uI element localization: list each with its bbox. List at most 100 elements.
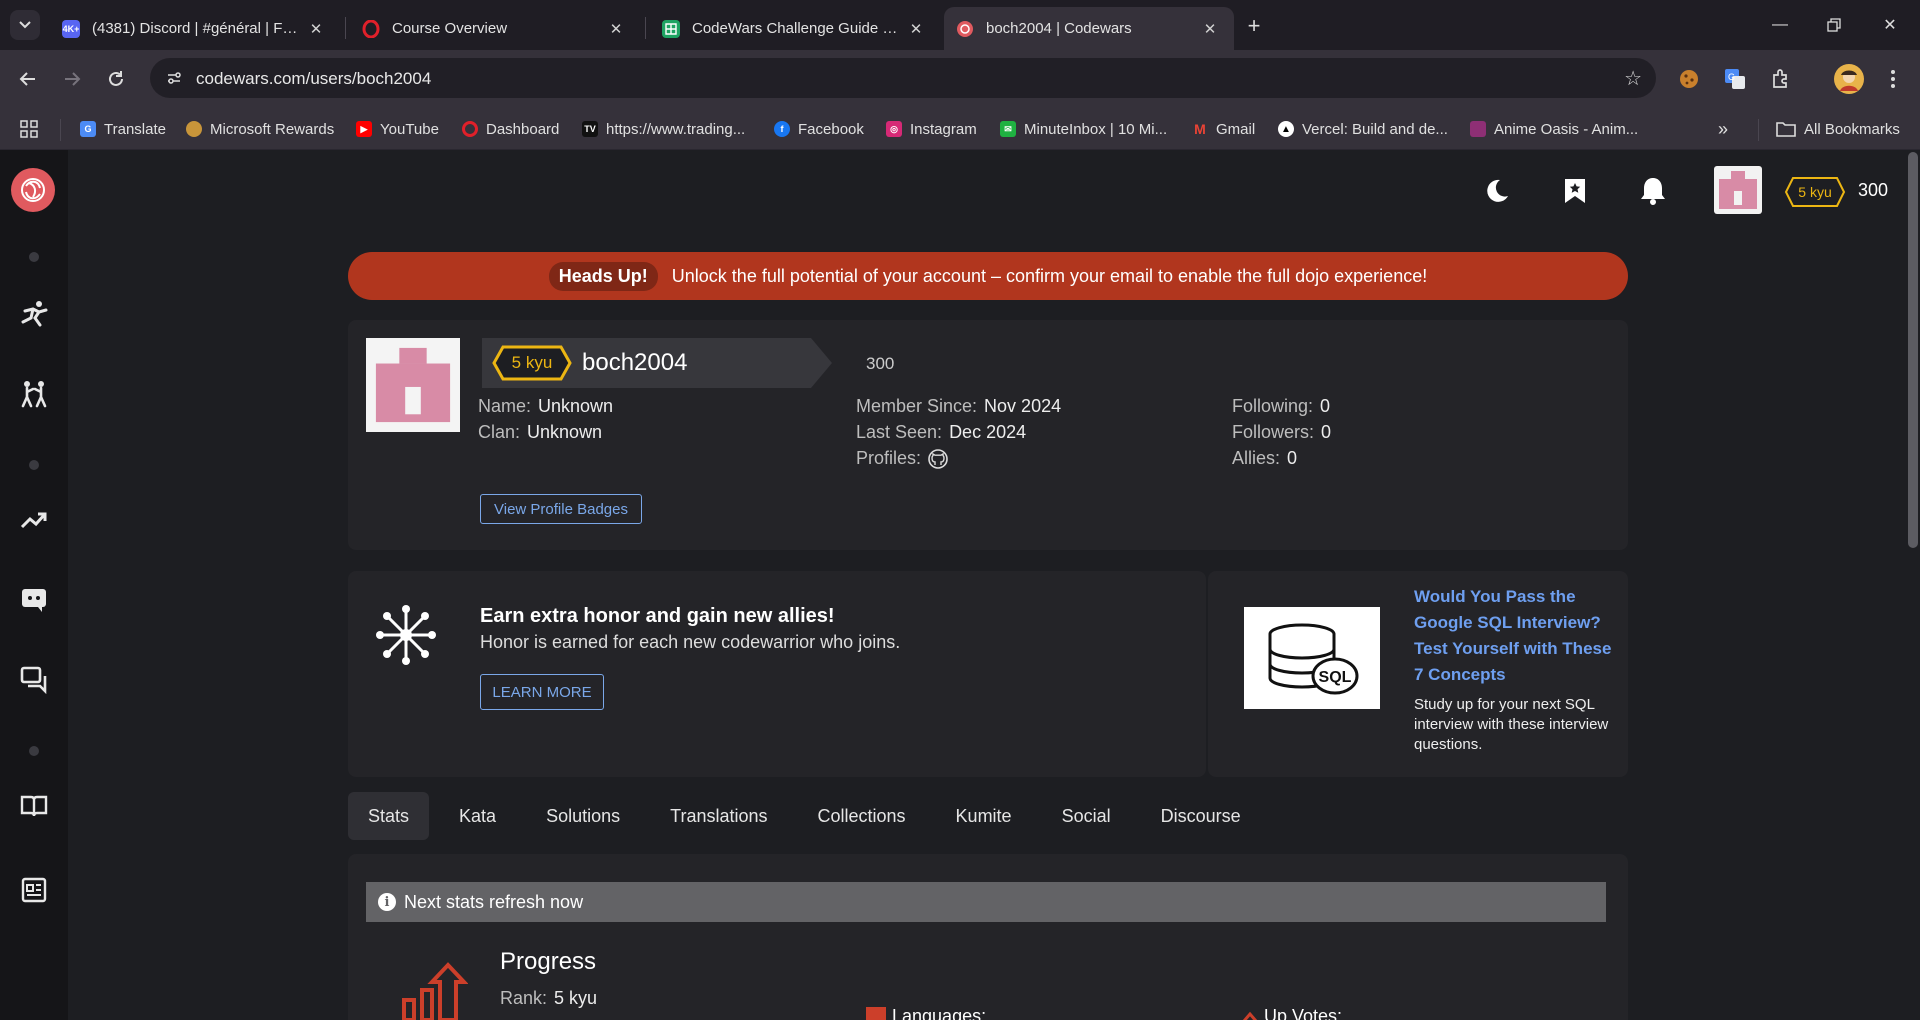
address-bar[interactable]: codewars.com/users/boch2004 ☆ bbox=[150, 58, 1656, 98]
referral-text: Honor is earned for each new codewarrior… bbox=[480, 632, 901, 652]
user-avatar-button[interactable] bbox=[1714, 166, 1762, 214]
tab-discourse[interactable]: Discourse bbox=[1141, 792, 1261, 840]
close-tab-icon[interactable]: ✕ bbox=[606, 19, 626, 39]
leaderboards-trending-icon[interactable] bbox=[18, 504, 50, 536]
allies-label: Allies: bbox=[1232, 448, 1281, 468]
confirm-email-banner[interactable]: Heads Up! Unlock the full potential of y… bbox=[348, 252, 1628, 300]
last-seen-value: Dec 2024 bbox=[949, 422, 1027, 442]
notifications-bell-icon[interactable] bbox=[1636, 174, 1670, 208]
new-tab-button[interactable]: + bbox=[1240, 12, 1268, 40]
minimize-button[interactable]: — bbox=[1760, 10, 1800, 40]
profile-username: boch2004 bbox=[582, 349, 688, 376]
tab-social[interactable]: Social bbox=[1042, 792, 1131, 840]
close-tab-icon[interactable]: ✕ bbox=[906, 19, 926, 39]
progress-title: Progress bbox=[500, 948, 597, 975]
site-info-icon[interactable] bbox=[162, 66, 186, 90]
browser-menu-button[interactable] bbox=[1880, 66, 1906, 92]
profiles-label: Profiles: bbox=[856, 448, 922, 468]
tab-codewars-profile[interactable]: boch2004 | Codewars ✕ bbox=[944, 7, 1234, 50]
close-window-button[interactable]: ✕ bbox=[1870, 10, 1910, 40]
all-bookmarks-label: All Bookmarks bbox=[1804, 120, 1900, 138]
sponsor-link[interactable]: Would You Pass the Google SQL Interview?… bbox=[1414, 584, 1614, 688]
bookmark-facebook[interactable]: f Facebook bbox=[774, 116, 864, 142]
reload-button[interactable] bbox=[100, 63, 132, 95]
profile-avatar-icon[interactable] bbox=[1834, 64, 1864, 94]
anime-oasis-icon bbox=[1470, 121, 1486, 137]
tab-course-overview[interactable]: Course Overview ✕ bbox=[350, 7, 640, 50]
tab-stats[interactable]: Stats bbox=[348, 792, 430, 840]
tab-search-button[interactable] bbox=[10, 10, 40, 40]
bookmarks-ribbon-icon[interactable] bbox=[1558, 174, 1592, 208]
cookie-extension-icon[interactable] bbox=[1676, 66, 1702, 92]
more-bookmarks-chevron-icon[interactable]: » bbox=[1718, 116, 1728, 142]
back-button[interactable] bbox=[12, 63, 44, 95]
identicon-avatar bbox=[375, 347, 451, 423]
translate-extension-icon[interactable]: G bbox=[1722, 66, 1748, 92]
medal-icon bbox=[186, 121, 202, 137]
bookmark-vercel[interactable]: ▲ Vercel: Build and de... bbox=[1278, 116, 1448, 142]
opera-icon bbox=[462, 121, 478, 137]
sql-image-label: SQL bbox=[1319, 669, 1352, 686]
network-burst-icon bbox=[374, 603, 438, 672]
practice-kata-icon[interactable] bbox=[18, 298, 50, 330]
url-text: codewars.com/users/boch2004 bbox=[196, 69, 432, 88]
discord-icon[interactable] bbox=[18, 584, 50, 616]
tab-solutions[interactable]: Solutions bbox=[526, 792, 640, 840]
bookmark-anime-oasis[interactable]: Anime Oasis - Anim... bbox=[1470, 116, 1638, 142]
left-navigation-rail bbox=[0, 150, 68, 1020]
progress-chart-icon bbox=[402, 962, 469, 1020]
extensions-puzzle-icon[interactable] bbox=[1768, 66, 1794, 92]
tab-challenge-guide[interactable]: CodeWars Challenge Guide - Go ✕ bbox=[650, 7, 940, 50]
gmail-icon: M bbox=[1194, 121, 1206, 137]
scrollbar-thumb[interactable] bbox=[1908, 152, 1918, 548]
close-tab-icon[interactable]: ✕ bbox=[306, 19, 326, 39]
profile-tabs: Stats Kata Solutions Translations Collec… bbox=[348, 792, 1271, 840]
discord-favicon-icon: 4K+ bbox=[62, 19, 80, 38]
tab-translations[interactable]: Translations bbox=[650, 792, 787, 840]
instagram-icon: ◎ bbox=[886, 121, 902, 137]
bookmark-instagram[interactable]: ◎ Instagram bbox=[886, 116, 977, 142]
clan-label: Clan: bbox=[478, 422, 521, 442]
close-tab-icon[interactable]: ✕ bbox=[1200, 19, 1220, 39]
tab-title: (4381) Discord | #général | Full s bbox=[92, 20, 298, 37]
learn-more-button[interactable]: LEARN MORE bbox=[480, 674, 604, 710]
kumite-icon[interactable] bbox=[18, 378, 50, 410]
heads-up-pill: Heads Up! bbox=[548, 261, 658, 291]
sponsor-text: Study up for your next SQL interview wit… bbox=[1414, 696, 1609, 753]
facebook-icon: f bbox=[774, 121, 790, 137]
languages-label: Languages: bbox=[892, 1006, 987, 1020]
tab-title: Course Overview bbox=[392, 20, 508, 37]
header-rank-text: 5 kyu bbox=[1798, 184, 1832, 200]
bookmark-gmail[interactable]: M Gmail bbox=[1192, 116, 1255, 142]
view-profile-badges-button[interactable]: View Profile Badges bbox=[480, 494, 642, 524]
bookmark-star-icon[interactable]: ☆ bbox=[1624, 66, 1642, 91]
tab-discord[interactable]: 4K+ (4381) Discord | #général | Full s ✕ bbox=[50, 7, 340, 50]
forward-button[interactable] bbox=[56, 63, 88, 95]
docs-book-icon[interactable] bbox=[18, 790, 50, 822]
all-bookmarks-button[interactable]: All Bookmarks bbox=[1776, 116, 1900, 142]
codewars-logo-icon[interactable] bbox=[11, 168, 55, 212]
dark-mode-moon-icon[interactable] bbox=[1480, 174, 1514, 208]
discussions-chat-icon[interactable] bbox=[18, 664, 50, 696]
github-icon[interactable] bbox=[928, 448, 948, 469]
banner-message: Unlock the full potential of your accoun… bbox=[671, 265, 1428, 286]
page-scrollbar[interactable] bbox=[1906, 150, 1920, 1020]
bookmark-dashboard[interactable]: Dashboard bbox=[462, 116, 559, 142]
header-rank-badge[interactable]: 5 kyu bbox=[1784, 176, 1846, 208]
tab-kata[interactable]: Kata bbox=[439, 792, 516, 840]
tab-collections[interactable]: Collections bbox=[798, 792, 926, 840]
restore-icon bbox=[1827, 18, 1841, 32]
bookmark-minuteinbox[interactable]: ✉ MinuteInbox | 10 Mi... bbox=[1000, 116, 1167, 142]
bookmark-translate[interactable]: G Translate bbox=[80, 116, 166, 142]
referral-title: Earn extra honor and gain new allies! bbox=[480, 605, 835, 627]
member-since-value: Nov 2024 bbox=[984, 396, 1062, 416]
blog-newspaper-icon[interactable] bbox=[18, 874, 50, 906]
followers-row: Followers: 0 bbox=[1232, 422, 1331, 443]
restore-button[interactable] bbox=[1814, 10, 1854, 40]
bookmark-tradingview[interactable]: TV https://www.trading... bbox=[582, 116, 745, 142]
tab-kumite[interactable]: Kumite bbox=[936, 792, 1032, 840]
bookmark-youtube[interactable]: ▶ YouTube bbox=[356, 116, 439, 142]
apps-grid-button[interactable] bbox=[20, 116, 38, 142]
bookmark-microsoft-rewards[interactable]: Microsoft Rewards bbox=[186, 116, 334, 142]
rail-divider-dot bbox=[29, 460, 39, 470]
